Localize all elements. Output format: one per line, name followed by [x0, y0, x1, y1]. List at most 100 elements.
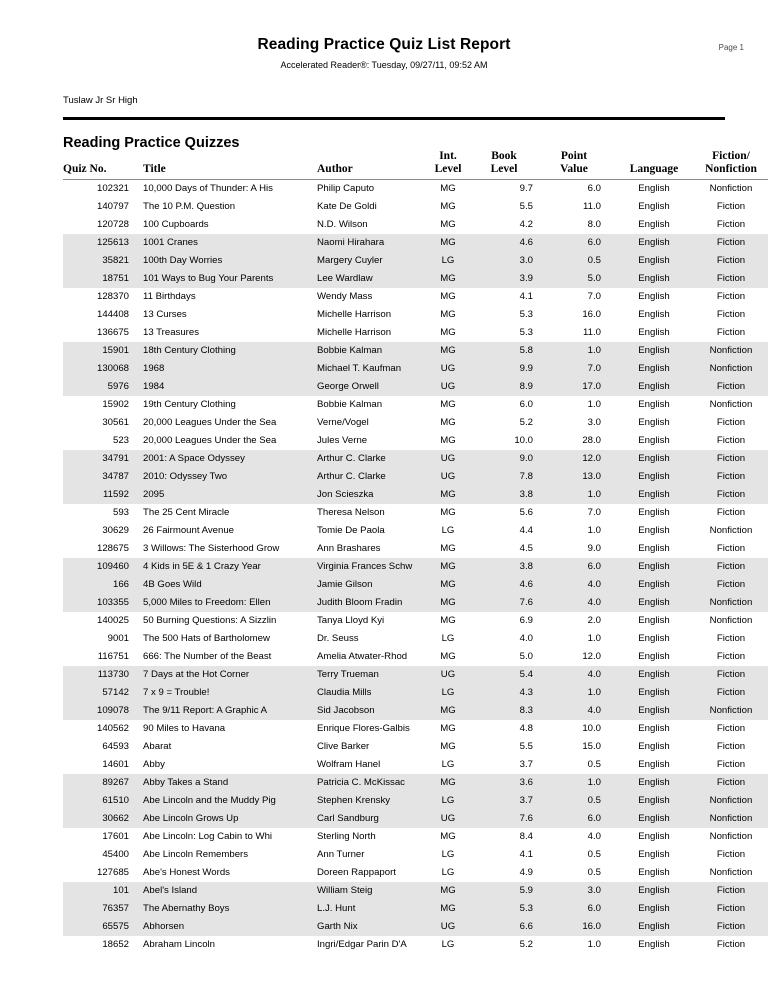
page-title: Reading Practice Quiz List Report — [257, 36, 511, 53]
cell-text: English — [638, 562, 670, 572]
table-row[interactable]: 30662 Abe Lincoln Grows Up Carl Sandburg UG… — [63, 810, 768, 828]
table-row[interactable]: 76357 The Abernathy Boys L.J. Hunt MG 5.3 6.0… — [63, 900, 768, 918]
cell-title: 1968 — [137, 360, 315, 378]
table-row[interactable]: 103355 5,000 Miles to Freedom: Ellen Judit… — [63, 594, 768, 612]
cell-text: 11592 — [103, 490, 129, 500]
table-row[interactable]: 140797 The 10 P.M. Question Kate De Goldi M… — [63, 198, 768, 216]
table-row[interactable]: 30561 20,000 Leagues Under the Sea Verne/V… — [63, 414, 768, 432]
table-row[interactable]: 140562 90 Miles to Havana Enrique Flores-G… — [63, 720, 768, 738]
cell-fiction: Fiction — [693, 468, 768, 486]
table-row[interactable]: 57142 7 x 9 = Trouble! Claudia Mills LG 4.3 1… — [63, 684, 768, 702]
cell-text: Clive Barker — [317, 742, 370, 752]
cell-point-value: 12.0 — [547, 648, 615, 666]
cell-quiz-no: 15901 — [63, 342, 137, 360]
table-row[interactable]: 102321 10,000 Days of Thunder: A His Phili… — [63, 180, 768, 199]
cell-quiz-no: 65575 — [63, 918, 137, 936]
cell-text: 0.5 — [587, 850, 601, 860]
table-row[interactable]: 523 20,000 Leagues Under the Sea Jules Ver… — [63, 432, 768, 450]
cell-author: Bobbie Kalman — [315, 342, 421, 360]
cell-text: The Abernathy Boys — [143, 904, 230, 914]
table-row[interactable]: 35821 100th Day Worries Margery Cuyler LG 3.… — [63, 252, 768, 270]
cell-point-value: 13.0 — [547, 468, 615, 486]
cell-language: English — [615, 864, 693, 882]
table-row[interactable]: 125613 1001 Cranes Naomi Hirahara MG 4.6 6.0 E… — [63, 234, 768, 252]
cell-int-level: MG — [421, 576, 475, 594]
table-row[interactable]: 15901 18th Century Clothing Bobbie Kalman M… — [63, 342, 768, 360]
cell-text: 5.5 — [519, 202, 533, 212]
table-row[interactable]: 45400 Abe Lincoln Remembers Ann Turner LG 4.… — [63, 846, 768, 864]
table-row[interactable]: 593 The 25 Cent Miracle Theresa Nelson MG 5.… — [63, 504, 768, 522]
cell-language: English — [615, 648, 693, 666]
cell-fiction: Fiction — [693, 936, 768, 954]
cell-text: Theresa Nelson — [317, 508, 385, 518]
table-row[interactable]: 65575 Abhorsen Garth Nix UG 6.6 16.0 English Fi… — [63, 918, 768, 936]
cell-text: Nonfiction — [709, 346, 753, 356]
cell-text: Nonfiction — [709, 832, 753, 842]
cell-language: English — [615, 342, 693, 360]
cell-text: Abe's Honest Words — [143, 868, 230, 878]
cell-point-value: 4.0 — [547, 702, 615, 720]
table-row[interactable]: 140025 50 Burning Questions: A Sizzlin Tan… — [63, 612, 768, 630]
table-row[interactable]: 9001 The 500 Hats of Bartholomew Dr. Seuss… — [63, 630, 768, 648]
cell-int-level: LG — [421, 756, 475, 774]
table-row[interactable]: 130068 1968 Michael T. Kaufman UG 9.9 7.0 Engl… — [63, 360, 768, 378]
cell-author: Patricia C. McKissac — [315, 774, 421, 792]
table-row[interactable]: 17601 Abe Lincoln: Log Cabin to Whi Sterli… — [63, 828, 768, 846]
cell-text: 10.0 — [514, 436, 533, 446]
table-row[interactable]: 15902 19th Century Clothing Bobbie Kalman M… — [63, 396, 768, 414]
cell-text: 102321 — [96, 184, 129, 194]
cell-book-level: 5.5 — [475, 738, 547, 756]
cell-quiz-no: 116751 — [63, 648, 137, 666]
table-row[interactable]: 128370 11 Birthdays Wendy Mass MG 4.1 7.0 Engl… — [63, 288, 768, 306]
table-row[interactable]: 109460 4 Kids in 5E & 1 Crazy Year Virgini… — [63, 558, 768, 576]
table-row[interactable]: 128675 3 Willows: The Sisterhood Grow Ann … — [63, 540, 768, 558]
cell-text: MG — [440, 436, 456, 446]
table-row[interactable]: 144408 13 Curses Michelle Harrison MG 5.3 16.… — [63, 306, 768, 324]
cell-text: 0.5 — [587, 868, 601, 878]
table-row[interactable]: 64593 Abarat Clive Barker MG 5.5 15.0 English F… — [63, 738, 768, 756]
table-row[interactable]: 18652 Abraham Lincoln Ingri/Edgar Parin D'… — [63, 936, 768, 954]
table-row[interactable]: 120728 100 Cupboards N.D. Wilson MG 4.2 8.0 En… — [63, 216, 768, 234]
table-row[interactable]: 101 Abel's Island William Steig MG 5.9 3.0 Eng… — [63, 882, 768, 900]
cell-point-value: 1.0 — [547, 774, 615, 792]
cell-text: 13.0 — [582, 472, 601, 482]
cell-point-value: 6.0 — [547, 558, 615, 576]
cell-quiz-no: 35821 — [63, 252, 137, 270]
table-row[interactable]: 116751 666: The Number of the Beast Amelia… — [63, 648, 768, 666]
cell-title: Abe Lincoln and the Muddy Pig — [137, 792, 315, 810]
cell-text: Fiction — [716, 472, 746, 482]
cell-author: Carl Sandburg — [315, 810, 421, 828]
cell-quiz-no: 14601 — [63, 756, 137, 774]
table-row[interactable]: 11592 2095 Jon Scieszka MG 3.8 1.0 English Fict… — [63, 486, 768, 504]
table-row[interactable]: 34791 2001: A Space Odyssey Arthur C. Clar… — [63, 450, 768, 468]
table-row[interactable]: 127685 Abe's Honest Words Doreen Rappaport… — [63, 864, 768, 882]
table-row[interactable]: 109078 The 9/11 Report: A Graphic A Sid Ja… — [63, 702, 768, 720]
cell-author: Virginia Frances Schw — [315, 558, 421, 576]
table-row[interactable]: 136675 13 Treasures Michelle Harrison MG 5.3… — [63, 324, 768, 342]
cell-point-value: 8.0 — [547, 216, 615, 234]
cell-author: Amelia Atwater-Rhod — [315, 648, 421, 666]
cell-language: English — [615, 252, 693, 270]
cell-book-level: 4.9 — [475, 864, 547, 882]
table-row[interactable]: 18751 101 Ways to Bug Your Parents Lee War… — [63, 270, 768, 288]
table-row[interactable]: 34787 2010: Odyssey Two Arthur C. Clarke UG… — [63, 468, 768, 486]
cell-text: Dr. Seuss — [317, 634, 359, 644]
cell-text: English — [638, 868, 670, 878]
cell-fiction: Fiction — [693, 288, 768, 306]
table-row[interactable]: 113730 7 Days at the Hot Corner Terry True… — [63, 666, 768, 684]
table-row[interactable]: 14601 Abby Wolfram Hanel LG 3.7 0.5 English Fic… — [63, 756, 768, 774]
cell-language: English — [615, 234, 693, 252]
table-row[interactable]: 5976 1984 George Orwell UG 8.9 17.0 English Fic… — [63, 378, 768, 396]
cell-title: 19th Century Clothing — [137, 396, 315, 414]
table-row[interactable]: 166 4B Goes Wild Jamie Gilson MG 4.6 4.0 Engli… — [63, 576, 768, 594]
cell-text: 2001: A Space Odyssey — [143, 454, 245, 464]
cell-int-level: MG — [421, 486, 475, 504]
table-row[interactable]: 30629 26 Fairmount Avenue Tomie De Paola LG… — [63, 522, 768, 540]
table-row[interactable]: 61510 Abe Lincoln and the Muddy Pig Stephe… — [63, 792, 768, 810]
cell-text: Fiction — [716, 652, 746, 662]
cell-title: Abarat — [137, 738, 315, 756]
cell-int-level: LG — [421, 846, 475, 864]
cell-text: 4.8 — [519, 724, 533, 734]
cell-text: Fiction — [716, 670, 746, 680]
table-row[interactable]: 89267 Abby Takes a Stand Patricia C. McKis… — [63, 774, 768, 792]
